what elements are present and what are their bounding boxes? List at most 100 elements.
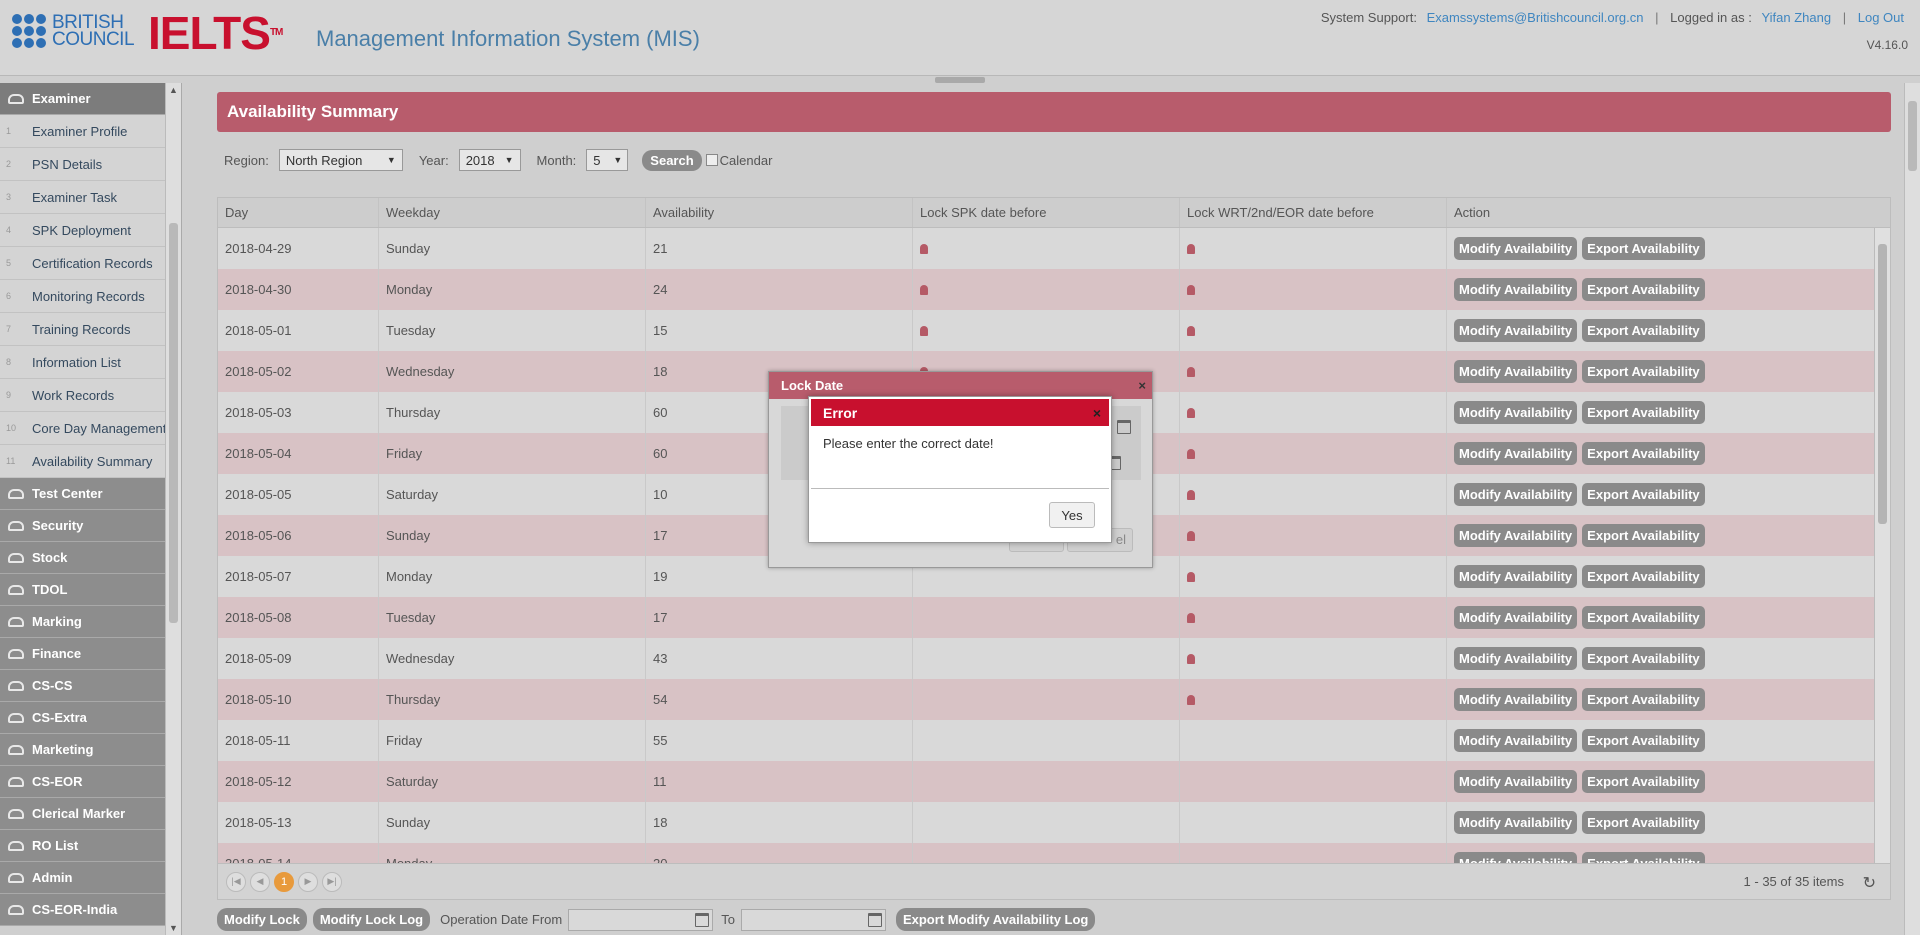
sidebar-group-cs-cs[interactable]: CS-CS bbox=[0, 670, 181, 702]
cell-lock-wrt bbox=[1180, 515, 1447, 556]
modify-availability-button[interactable]: Modify Availability bbox=[1454, 442, 1578, 465]
sidebar-group-admin[interactable]: Admin bbox=[0, 862, 181, 894]
sidebar-group-test-center[interactable]: Test Center bbox=[0, 478, 181, 510]
support-email-link[interactable]: Examssystems@Britishcouncil.org.cn bbox=[1427, 10, 1644, 25]
last-page-icon[interactable]: ▶| bbox=[322, 871, 342, 892]
close-icon[interactable]: × bbox=[1138, 378, 1146, 393]
modify-availability-button[interactable]: Modify Availability bbox=[1454, 524, 1578, 547]
export-availability-button[interactable]: Export Availability bbox=[1582, 483, 1705, 506]
export-availability-button[interactable]: Export Availability bbox=[1582, 442, 1705, 465]
export-availability-button[interactable]: Export Availability bbox=[1582, 606, 1705, 629]
month-select[interactable]: 5 ▼ bbox=[586, 149, 629, 171]
cell-lock-wrt bbox=[1180, 679, 1447, 720]
sidebar-item-training-records[interactable]: 7 Training Records bbox=[0, 313, 181, 346]
sidebar-group-cs-eor-india[interactable]: CS-EOR-India bbox=[0, 894, 181, 926]
yes-button[interactable]: Yes bbox=[1049, 502, 1095, 528]
export-availability-button[interactable]: Export Availability bbox=[1582, 319, 1705, 342]
export-availability-button[interactable]: Export Availability bbox=[1582, 729, 1705, 752]
cell-action: Modify AvailabilityExport Availability bbox=[1447, 515, 1876, 556]
sidebar-group-finance[interactable]: Finance bbox=[0, 638, 181, 670]
calendar-icon[interactable] bbox=[867, 912, 882, 927]
modify-availability-button[interactable]: Modify Availability bbox=[1454, 483, 1578, 506]
sidebar-group-ro-list[interactable]: RO List bbox=[0, 830, 181, 862]
first-page-icon[interactable]: |◀ bbox=[226, 871, 246, 892]
cell-weekday: Thursday bbox=[379, 392, 646, 433]
operation-date-from-input[interactable] bbox=[568, 908, 714, 931]
sidebar-item-psn-details[interactable]: 2 PSN Details bbox=[0, 148, 181, 181]
search-button[interactable]: Search bbox=[642, 149, 702, 171]
sidebar-item-examiner-profile[interactable]: 1 Examiner Profile bbox=[0, 115, 181, 148]
year-select[interactable]: 2018 ▼ bbox=[458, 149, 521, 171]
sidebar-item-monitoring-records[interactable]: 6 Monitoring Records bbox=[0, 280, 181, 313]
modify-availability-button[interactable]: Modify Availability bbox=[1454, 770, 1578, 793]
table-row: 2018-05-08 Tuesday 17 Modify Availability Ex… bbox=[218, 597, 1890, 638]
export-availability-button[interactable]: Export Availability bbox=[1582, 811, 1705, 834]
calendar-icon[interactable] bbox=[1117, 420, 1131, 434]
modify-availability-button[interactable]: Modify Availability bbox=[1454, 811, 1578, 834]
export-availability-button[interactable]: Export Availability bbox=[1582, 852, 1705, 863]
export-availability-button[interactable]: Export Availability bbox=[1582, 524, 1705, 547]
sidebar-item-core-day-management[interactable]: 10 Core Day Management bbox=[0, 412, 181, 445]
sidebar-item-certification-records[interactable]: 5 Certification Records bbox=[0, 247, 181, 280]
modify-availability-button[interactable]: Modify Availability bbox=[1454, 401, 1578, 424]
export-availability-button[interactable]: Export Availability bbox=[1582, 278, 1705, 301]
export-availability-button[interactable]: Export Availability bbox=[1582, 688, 1705, 711]
calendar-icon[interactable] bbox=[695, 912, 710, 927]
sidebar-item-information-list[interactable]: 8 Information List bbox=[0, 346, 181, 379]
export-availability-button[interactable]: Export Availability bbox=[1582, 770, 1705, 793]
column-header[interactable]: Lock SPK date before bbox=[913, 198, 1180, 227]
export-availability-button[interactable]: Export Availability bbox=[1582, 565, 1705, 588]
refresh-icon[interactable]: ↻ bbox=[1863, 873, 1876, 893]
close-icon[interactable]: × bbox=[1093, 405, 1101, 421]
column-header[interactable]: Lock WRT/2nd/EOR date before bbox=[1180, 198, 1447, 227]
modify-availability-button[interactable]: Modify Availability bbox=[1454, 729, 1578, 752]
modify-availability-button[interactable]: Modify Availability bbox=[1454, 278, 1578, 301]
modify-availability-button[interactable]: Modify Availability bbox=[1454, 852, 1578, 863]
page-scrollbar[interactable] bbox=[1904, 83, 1920, 935]
export-availability-button[interactable]: Export Availability bbox=[1582, 237, 1705, 260]
operation-date-to-input[interactable] bbox=[740, 908, 886, 931]
current-page-button[interactable]: 1 bbox=[274, 871, 294, 892]
modify-lock-button[interactable]: Modify Lock bbox=[217, 908, 307, 931]
sidebar-group-examiner[interactable]: Examiner bbox=[0, 83, 181, 115]
export-availability-button[interactable]: Export Availability bbox=[1582, 647, 1705, 670]
sidebar-group-tdol[interactable]: TDOL bbox=[0, 574, 181, 606]
export-availability-button[interactable]: Export Availability bbox=[1582, 360, 1705, 383]
modify-availability-button[interactable]: Modify Availability bbox=[1454, 237, 1578, 260]
column-header[interactable]: Action bbox=[1447, 198, 1876, 227]
sidebar-item-spk-deployment[interactable]: 4 SPK Deployment bbox=[0, 214, 181, 247]
column-header[interactable]: Day bbox=[218, 198, 379, 227]
region-select[interactable]: North Region ▼ bbox=[278, 149, 403, 171]
column-header[interactable]: Weekday bbox=[379, 198, 646, 227]
sidebar-group-clerical-marker[interactable]: Clerical Marker bbox=[0, 798, 181, 830]
modify-availability-button[interactable]: Modify Availability bbox=[1454, 360, 1578, 383]
sidebar-group-marketing[interactable]: Marketing bbox=[0, 734, 181, 766]
grid-scrollbar[interactable] bbox=[1874, 228, 1890, 863]
column-header[interactable]: Availability bbox=[646, 198, 913, 227]
modify-availability-button[interactable]: Modify Availability bbox=[1454, 688, 1578, 711]
scroll-down-icon[interactable]: ▼ bbox=[169, 923, 178, 933]
modify-availability-button[interactable]: Modify Availability bbox=[1454, 319, 1578, 342]
calendar-checkbox[interactable] bbox=[705, 154, 718, 166]
sidebar-group-marking[interactable]: Marking bbox=[0, 606, 181, 638]
export-modify-availability-log-button[interactable]: Export Modify Availability Log bbox=[895, 908, 1096, 931]
sidebar-group-security[interactable]: Security bbox=[0, 510, 181, 542]
cell-weekday: Monday bbox=[379, 269, 646, 310]
modify-availability-button[interactable]: Modify Availability bbox=[1454, 565, 1578, 588]
user-name-link[interactable]: Yifan Zhang bbox=[1761, 10, 1831, 25]
modify-availability-button[interactable]: Modify Availability bbox=[1454, 647, 1578, 670]
sidebar-group-cs-eor[interactable]: CS-EOR bbox=[0, 766, 181, 798]
prev-page-icon[interactable]: ◀ bbox=[250, 871, 270, 892]
export-availability-button[interactable]: Export Availability bbox=[1582, 401, 1705, 424]
next-page-icon[interactable]: ▶ bbox=[298, 871, 318, 892]
scroll-up-icon[interactable]: ▲ bbox=[169, 85, 178, 95]
sidebar-item-work-records[interactable]: 9 Work Records bbox=[0, 379, 181, 412]
modify-lock-log-button[interactable]: Modify Lock Log bbox=[312, 908, 431, 931]
modify-availability-button[interactable]: Modify Availability bbox=[1454, 606, 1578, 629]
sidebar-group-cs-extra[interactable]: CS-Extra bbox=[0, 702, 181, 734]
sidebar-scrollbar[interactable]: ▲ ▼ bbox=[165, 83, 181, 935]
sidebar-group-stock[interactable]: Stock bbox=[0, 542, 181, 574]
sidebar-item-examiner-task[interactable]: 3 Examiner Task bbox=[0, 181, 181, 214]
logout-link[interactable]: Log Out bbox=[1858, 10, 1904, 25]
sidebar-item-availability-summary[interactable]: 11 Availability Summary bbox=[0, 445, 181, 478]
